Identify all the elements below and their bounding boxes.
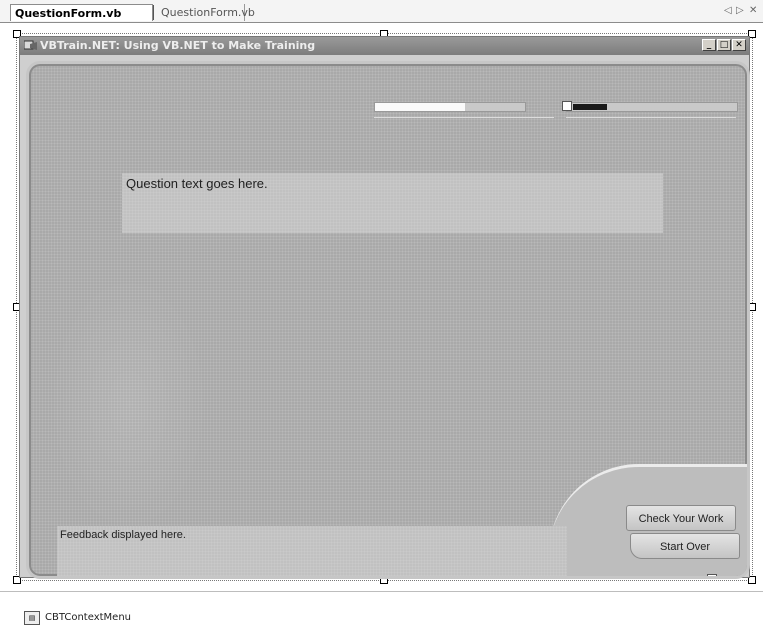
form-title: VBTrain.NET: Using VB.NET to Make Traini… bbox=[40, 39, 316, 52]
component-tray: ▤ CBTContextMenu bbox=[0, 591, 763, 630]
tray-item-cbtcontextmenu[interactable]: CBTContextMenu bbox=[45, 612, 131, 623]
scroll-left-icon[interactable]: ◁ bbox=[724, 4, 732, 18]
question-label[interactable]: Question text goes here. bbox=[122, 173, 663, 233]
close-button[interactable]: ✕ bbox=[732, 39, 746, 51]
tab-code[interactable]: QuestionForm.vb bbox=[157, 4, 255, 21]
context-menu-icon[interactable]: ▤ bbox=[24, 611, 40, 625]
form-titlebar: VBTrain.NET: Using VB.NET to Make Traini… bbox=[20, 37, 749, 55]
decor-line bbox=[566, 117, 736, 118]
control-smart-tag-icon[interactable] bbox=[707, 574, 717, 576]
check-your-work-button[interactable]: Check Your Work bbox=[626, 505, 736, 531]
progress-bar-questions bbox=[374, 102, 526, 112]
designer-surface: VBTrain.NET: Using VB.NET to Make Traini… bbox=[0, 23, 763, 591]
feedback-text: Feedback displayed here. bbox=[60, 529, 186, 541]
tab-design[interactable]: QuestionForm.vb [Design] bbox=[10, 4, 153, 37]
maximize-button[interactable]: □ bbox=[717, 39, 731, 51]
document-tab-strip: QuestionForm.vb [Design] QuestionForm.vb… bbox=[0, 0, 763, 37]
progress-bar-fill bbox=[375, 103, 465, 111]
decor-line bbox=[374, 117, 554, 118]
app-icon bbox=[24, 40, 37, 50]
progress-bar-fill bbox=[573, 104, 607, 110]
control-smart-tag-icon[interactable] bbox=[562, 101, 572, 111]
tab-separator bbox=[153, 5, 154, 20]
background-swirl bbox=[49, 274, 209, 534]
start-over-button[interactable]: Start Over bbox=[630, 533, 740, 559]
control-smart-tag-icon[interactable] bbox=[663, 578, 673, 579]
feedback-label[interactable]: Feedback displayed here. bbox=[57, 526, 567, 576]
close-tab-icon[interactable]: ✕ bbox=[749, 4, 757, 18]
minimize-button[interactable]: _ bbox=[702, 39, 716, 51]
scroll-right-icon[interactable]: ▷ bbox=[736, 4, 744, 18]
progress-bar-score bbox=[566, 102, 738, 112]
form-skin: Question text goes here. Feedback displa… bbox=[26, 61, 750, 579]
question-form-window: VBTrain.NET: Using VB.NET to Make Traini… bbox=[19, 36, 750, 579]
question-text: Question text goes here. bbox=[126, 176, 268, 191]
